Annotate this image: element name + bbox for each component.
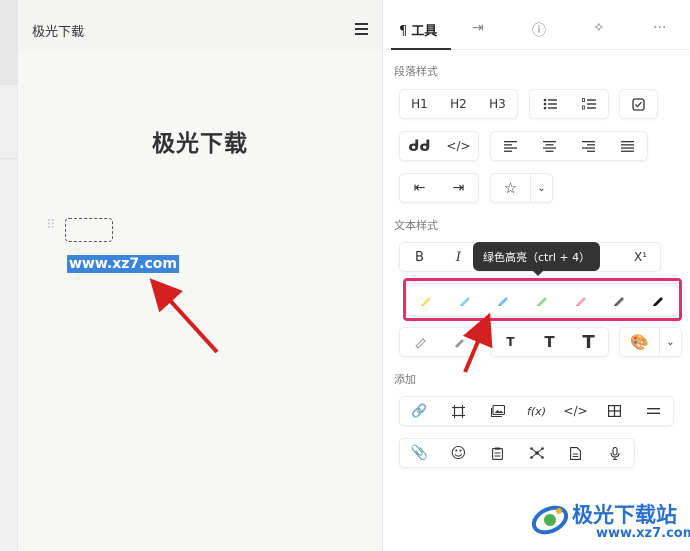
watermark-brand: 极光下载站 (572, 503, 677, 527)
watermark-logo: 极光下载站 www.xz7.com (530, 496, 690, 546)
annotation-arrow-highlight (462, 312, 493, 373)
annotation-arrows (149, 278, 493, 373)
brand-swirl-icon (531, 505, 569, 535)
annotation-arrow-link (149, 278, 219, 354)
watermark-url: www.xz7.com (596, 526, 690, 541)
